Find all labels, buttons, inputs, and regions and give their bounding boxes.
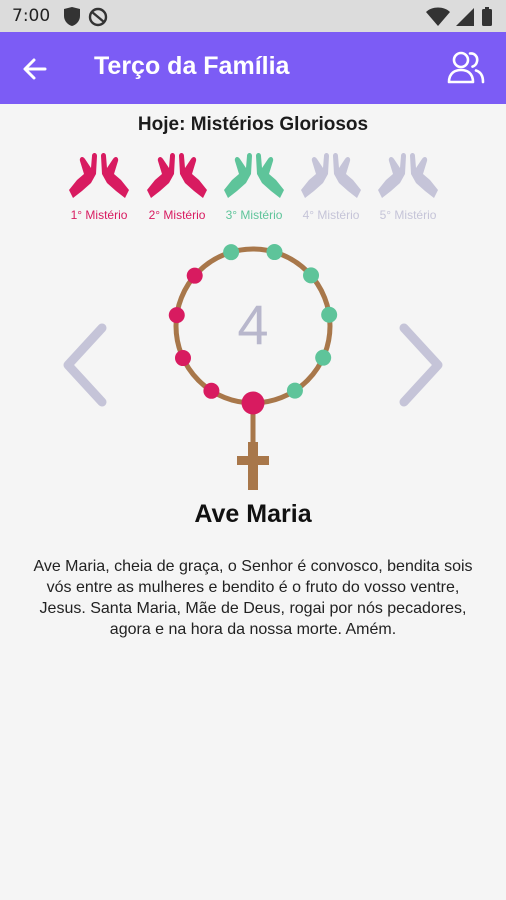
back-arrow-icon[interactable] [18,52,52,86]
praying-hands-icon [224,153,284,198]
status-notification-icons [64,7,108,27]
shield-icon [64,7,80,26]
rosary-bead [315,349,332,366]
wifi-icon [426,7,450,26]
mystery-label: 5° Mistério [379,208,437,222]
mysteries-progress: 1° Mistério 2° Mistério 3° Mistério 4° M… [0,150,506,234]
status-time: 7:00 [12,6,51,26]
todays-mysteries-label: Hoje: Mistérios Gloriosos [137,114,369,135]
mystery-label: 3° Mistério [225,208,283,222]
prayer-title: Ave Maria [194,500,312,528]
people-icon[interactable] [446,48,486,88]
rosary-bead [203,382,220,399]
battery-icon [482,9,492,26]
rosary-bead [321,306,338,323]
rosary-bead [223,244,240,261]
previous-arrow-icon[interactable] [58,320,112,410]
next-arrow-icon[interactable] [394,320,448,410]
mystery-label: 4° Mistério [302,208,360,222]
praying-hands-icon [301,153,361,198]
bead-counter: 4 [237,293,268,356]
mystery-label: 2° Mistério [148,208,206,222]
app-bar: Terço da Família [0,32,506,104]
rosary-bead [303,267,320,284]
mystery-label: 1° Mistério [70,208,128,222]
mystery-1[interactable]: 1° Mistério [59,150,139,234]
rosary-main-bead [241,391,265,415]
mystery-4[interactable]: 4° Mistério [291,150,371,234]
rosary-bead [266,244,283,261]
praying-hands-icon [147,153,207,198]
status-system-icons [426,7,492,26]
mystery-3[interactable]: 3° Mistério [214,150,294,234]
status-bar: 7:00 [0,0,506,32]
rosary-diagram: 4 [168,244,338,490]
praying-hands-icon [378,153,438,198]
crucifix-icon [237,442,269,490]
rosary-bead [168,307,185,324]
praying-hands-icon [69,153,129,198]
rosary-bead [286,382,303,399]
mystery-5[interactable]: 5° Mistério [368,150,448,234]
rosary-bead [186,267,203,284]
mystery-2[interactable]: 2° Mistério [137,150,217,234]
app-title: Terço da Família [94,52,290,80]
signal-icon [456,8,474,26]
rosary-bead [174,350,191,367]
prayer-text: Ave Maria, cheia de graça, o Senhor é co… [33,558,473,638]
